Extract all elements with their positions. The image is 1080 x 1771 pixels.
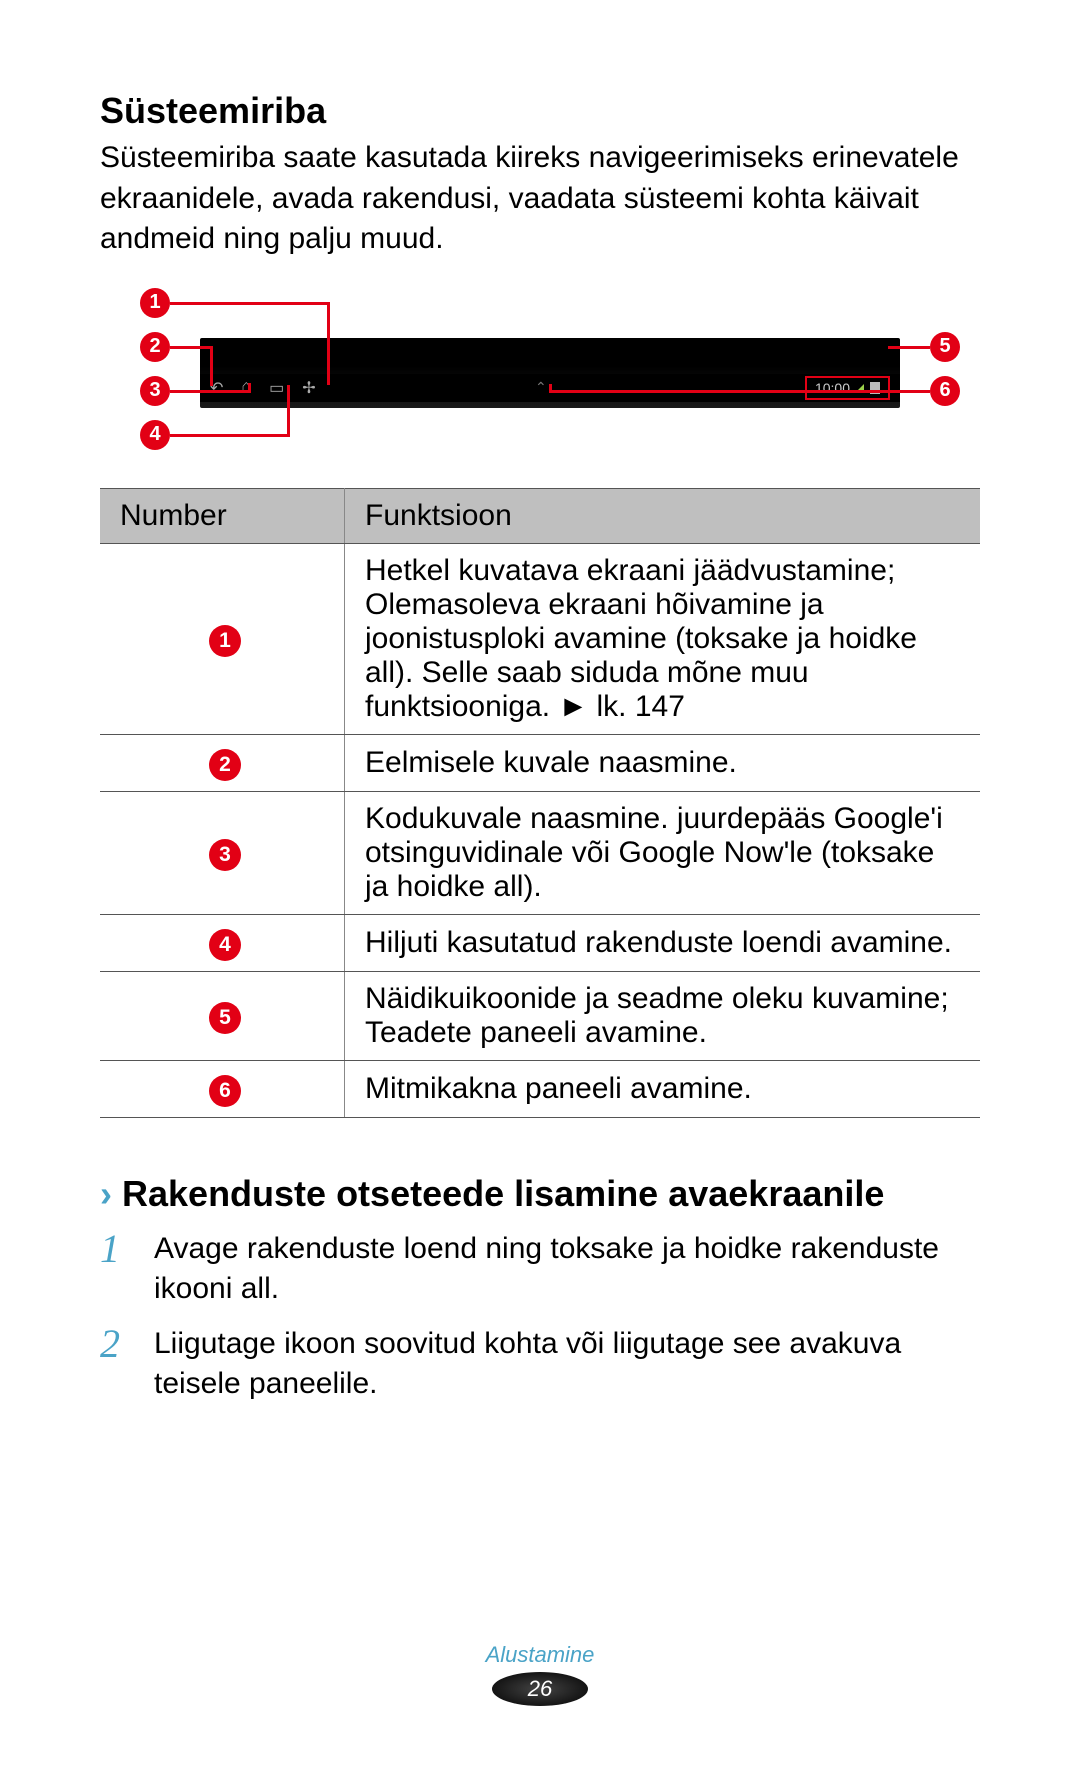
row-fn: Hetkel kuvatava ekraani jäädvustamine; O… bbox=[345, 543, 981, 734]
section-heading: Süsteemiriba bbox=[100, 90, 980, 132]
callout-line bbox=[170, 302, 330, 305]
step-number: 1 bbox=[100, 1229, 134, 1310]
callout-line bbox=[550, 390, 930, 393]
table-row: 4 Hiljuti kasutatud rakenduste loendi av… bbox=[100, 914, 980, 971]
callout-5: 5 bbox=[930, 332, 960, 362]
footer-label: Alustamine bbox=[0, 1642, 1080, 1668]
section-intro: Süsteemiriba saate kasutada kiireks navi… bbox=[100, 138, 980, 260]
recent-icon: ▭ bbox=[269, 378, 284, 398]
row-num-icon: 4 bbox=[209, 929, 241, 961]
status-area: 10:00 bbox=[805, 376, 890, 400]
callout-3: 3 bbox=[140, 376, 170, 406]
callout-line bbox=[170, 346, 212, 349]
table-row: 6 Mitmikakna paneeli avamine. bbox=[100, 1060, 980, 1117]
table-header-row: Number Funktsioon bbox=[100, 488, 980, 543]
row-num-icon: 6 bbox=[209, 1075, 241, 1107]
sub-heading: › Rakenduste otseteede lisamine avaekraa… bbox=[100, 1173, 980, 1215]
table-row: 2 Eelmisele kuvale naasmine. bbox=[100, 734, 980, 791]
callout-line bbox=[327, 302, 330, 385]
row-fn: Näidikuikoonide ja seadme oleku kuvamine… bbox=[345, 971, 981, 1060]
table-row: 1 Hetkel kuvatava ekraani jäädvustamine;… bbox=[100, 543, 980, 734]
document-page: Süsteemiriba Süsteemiriba saate kasutada… bbox=[0, 0, 1080, 1771]
callout-line bbox=[170, 390, 250, 393]
callout-2: 2 bbox=[140, 332, 170, 362]
list-item: 1 Avage rakenduste loend ning toksake ja… bbox=[100, 1229, 980, 1310]
callout-line bbox=[210, 346, 213, 386]
step-text: Avage rakenduste loend ning toksake ja h… bbox=[154, 1229, 980, 1310]
callout-line bbox=[549, 384, 552, 393]
steps-list: 1 Avage rakenduste loend ning toksake ja… bbox=[100, 1229, 980, 1405]
sub-title: Rakenduste otseteede lisamine avaekraani… bbox=[122, 1173, 884, 1215]
row-num-icon: 5 bbox=[209, 1002, 241, 1034]
systembar-diagram: ↶ ⌂ ▭ ✢ ⌃ 10:00 1 2 3 4 5 6 bbox=[120, 288, 960, 468]
callout-line bbox=[888, 346, 930, 349]
systembar-left-icons: ↶ ⌂ ▭ ✢ bbox=[210, 378, 316, 398]
callout-line bbox=[287, 385, 290, 437]
callout-line bbox=[170, 434, 290, 437]
callout-1: 1 bbox=[140, 288, 170, 318]
function-table: Number Funktsioon 1 Hetkel kuvatava ekra… bbox=[100, 488, 980, 1118]
table-row: 5 Näidikuikoonide ja seadme oleku kuvami… bbox=[100, 971, 980, 1060]
page-number-badge: 26 bbox=[510, 1672, 570, 1711]
row-fn: Mitmikakna paneeli avamine. bbox=[345, 1060, 981, 1117]
capture-icon: ✢ bbox=[302, 378, 315, 398]
page-footer: Alustamine 26 bbox=[0, 1642, 1080, 1711]
step-number: 2 bbox=[100, 1324, 134, 1405]
status-time: 10:00 bbox=[815, 380, 850, 396]
multiwindow-handle-icon: ⌃ bbox=[535, 379, 547, 396]
row-num-icon: 3 bbox=[209, 839, 241, 871]
step-text: Liigutage ikoon soovitud kohta või liigu… bbox=[154, 1324, 980, 1405]
row-num-icon: 1 bbox=[209, 625, 241, 657]
row-num-icon: 2 bbox=[209, 749, 241, 781]
chevron-icon: › bbox=[100, 1173, 112, 1215]
row-fn: Eelmisele kuvale naasmine. bbox=[345, 734, 981, 791]
row-fn: Hiljuti kasutatud rakenduste loendi avam… bbox=[345, 914, 981, 971]
callout-6: 6 bbox=[930, 376, 960, 406]
col-number: Number bbox=[100, 488, 345, 543]
systembar-graphic: ↶ ⌂ ▭ ✢ ⌃ 10:00 bbox=[200, 338, 900, 408]
list-item: 2 Liigutage ikoon soovitud kohta või lii… bbox=[100, 1324, 980, 1405]
callout-line bbox=[248, 383, 251, 393]
row-fn: Kodukuvale naasmine. juurdepääs Google'i… bbox=[345, 791, 981, 914]
callout-4: 4 bbox=[140, 420, 170, 450]
table-row: 3 Kodukuvale naasmine. juurdepääs Google… bbox=[100, 791, 980, 914]
col-function: Funktsioon bbox=[345, 488, 981, 543]
page-number: 26 bbox=[510, 1676, 570, 1702]
